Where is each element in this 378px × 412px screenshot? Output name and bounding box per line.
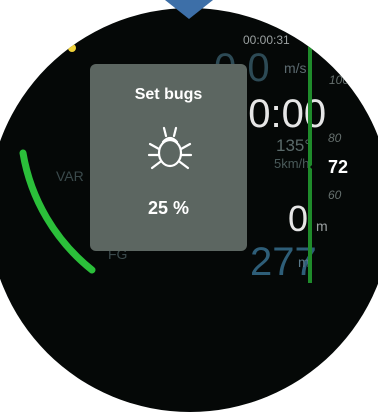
tape-current-value: 72 — [310, 154, 366, 180]
altitude-value: 0 — [288, 198, 309, 239]
gps-status-dot — [68, 44, 76, 52]
clock-time: 00:00:31 — [243, 33, 290, 47]
tape-tick-60: 60 — [328, 188, 342, 202]
scroll-up-chevron-icon[interactable] — [163, 0, 215, 20]
dialog-title: Set bugs — [134, 86, 203, 103]
heading-value: 135° — [276, 136, 312, 155]
watch-face: 0.0 m/s 00:00 135° 5km/h 0 m 277 m VAR F… — [0, 8, 378, 412]
set-bugs-dialog[interactable]: Set bugs 25 % — [90, 64, 247, 251]
tape-tick-100: 100 — [329, 73, 350, 87]
speed-unit: m/s — [284, 60, 307, 76]
bugs-value[interactable]: 25 % — [90, 198, 247, 219]
speed-tape — [308, 33, 312, 283]
wind-value: 5km/h — [274, 156, 310, 171]
altitude-unit: m — [316, 218, 328, 234]
vario-label: VAR — [56, 168, 84, 184]
bug-icon — [147, 126, 193, 170]
tape-tick-80: 80 — [328, 131, 342, 145]
